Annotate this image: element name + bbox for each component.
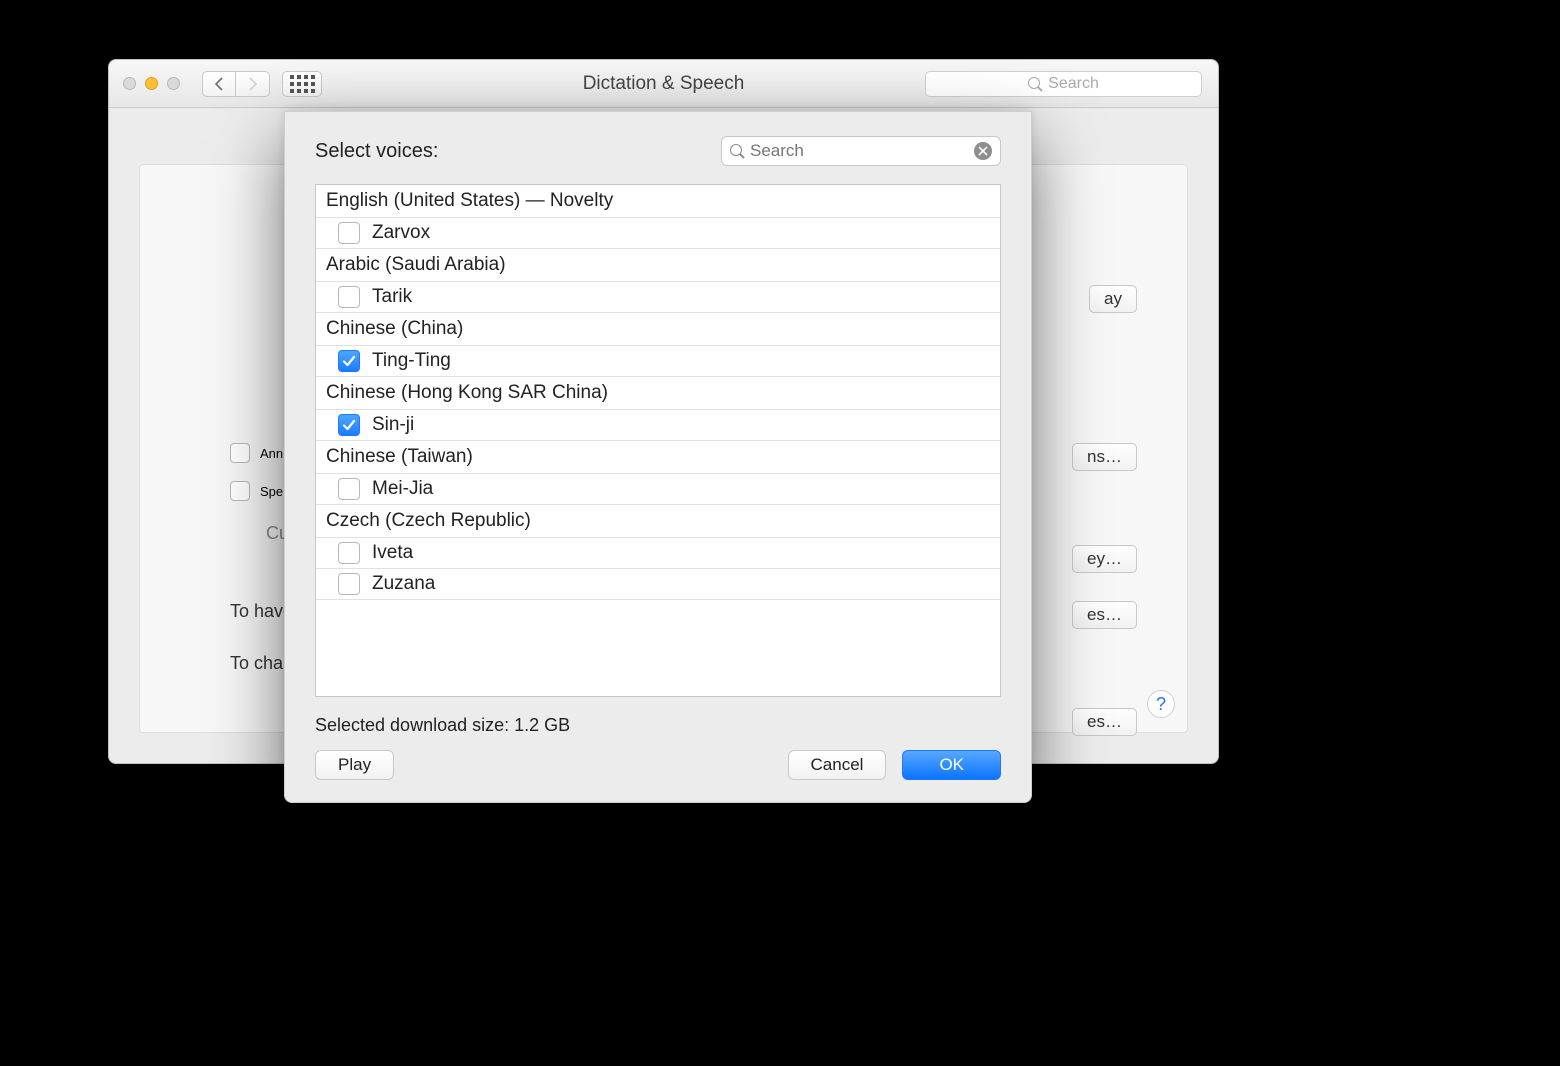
voice-item[interactable]: Sin-ji bbox=[316, 410, 1000, 441]
toolbar-search-placeholder: Search bbox=[1048, 75, 1099, 93]
voice-list[interactable]: English (United States) — Novelty Zarvox A… bbox=[315, 184, 1001, 697]
voice-item[interactable]: Tarik bbox=[316, 282, 1000, 313]
voice-item[interactable]: Iveta bbox=[316, 538, 1000, 569]
traffic-lights bbox=[123, 77, 180, 90]
show-all-grid-button[interactable] bbox=[282, 71, 322, 97]
ok-button[interactable]: OK bbox=[902, 750, 1001, 780]
es1-button-bg[interactable]: es… bbox=[1072, 601, 1137, 629]
search-icon bbox=[730, 144, 744, 158]
es2-button-bg[interactable]: es… bbox=[1072, 708, 1137, 736]
voice-group-header: Chinese (Taiwan) bbox=[316, 441, 1000, 474]
voice-item[interactable]: Zarvox bbox=[316, 218, 1000, 249]
voice-name: Sin-ji bbox=[372, 414, 414, 436]
voice-checkbox[interactable] bbox=[338, 542, 360, 564]
zoom-window-button[interactable] bbox=[167, 77, 180, 90]
play-button[interactable]: Play bbox=[315, 750, 394, 780]
voice-search-input[interactable] bbox=[750, 141, 974, 161]
cancel-button[interactable]: Cancel bbox=[788, 750, 887, 780]
grid-icon bbox=[290, 75, 315, 93]
clear-search-button[interactable] bbox=[974, 142, 992, 160]
voice-name: Zarvox bbox=[372, 222, 430, 244]
voice-group-header: Chinese (Hong Kong SAR China) bbox=[316, 377, 1000, 410]
voice-checkbox[interactable] bbox=[338, 350, 360, 372]
voice-name: Ting-Ting bbox=[372, 350, 451, 372]
announce-label: Ann bbox=[260, 446, 283, 461]
sheet-label: Select voices: bbox=[315, 140, 438, 163]
toolbar-search-field[interactable]: Search bbox=[925, 71, 1202, 97]
speak-checkbox[interactable] bbox=[230, 481, 250, 501]
download-size-label: Selected download size: 1.2 GB bbox=[315, 715, 1001, 736]
voice-item[interactable]: Zuzana bbox=[316, 569, 1000, 600]
speak-label: Spe bbox=[260, 484, 283, 499]
to-change-label: To cha bbox=[230, 653, 283, 674]
back-button[interactable] bbox=[202, 71, 236, 97]
sheet-buttons: Play Cancel OK bbox=[315, 750, 1001, 780]
voice-checkbox[interactable] bbox=[338, 286, 360, 308]
voice-name: Tarik bbox=[372, 286, 412, 308]
voice-name: Zuzana bbox=[372, 573, 435, 595]
voice-item[interactable]: Mei-Jia bbox=[316, 474, 1000, 505]
voice-group-header: Chinese (China) bbox=[316, 313, 1000, 346]
voice-checkbox[interactable] bbox=[338, 414, 360, 436]
voice-checkbox[interactable] bbox=[338, 478, 360, 500]
play-button-bg[interactable]: ay bbox=[1089, 285, 1137, 313]
voice-group-header: Czech (Czech Republic) bbox=[316, 505, 1000, 538]
voice-name: Mei-Jia bbox=[372, 478, 433, 500]
titlebar: Dictation & Speech Search bbox=[109, 60, 1218, 108]
minimize-window-button[interactable] bbox=[145, 77, 158, 90]
select-voices-sheet: Select voices: English (United States) —… bbox=[284, 111, 1032, 803]
announce-checkbox[interactable] bbox=[230, 443, 250, 463]
close-window-button[interactable] bbox=[123, 77, 136, 90]
voice-group-header: Arabic (Saudi Arabia) bbox=[316, 249, 1000, 282]
close-icon bbox=[978, 146, 988, 156]
voice-search-field[interactable] bbox=[721, 136, 1001, 166]
search-icon bbox=[1028, 77, 1042, 91]
options-button-bg[interactable]: ns… bbox=[1072, 443, 1137, 471]
key-button-bg[interactable]: ey… bbox=[1072, 545, 1137, 573]
voice-item[interactable]: Ting-Ting bbox=[316, 346, 1000, 377]
help-button[interactable]: ? bbox=[1147, 690, 1175, 718]
voice-checkbox[interactable] bbox=[338, 222, 360, 244]
nav-group bbox=[202, 71, 322, 97]
forward-button[interactable] bbox=[236, 71, 270, 97]
voice-name: Iveta bbox=[372, 542, 413, 564]
voice-group-header: English (United States) — Novelty bbox=[316, 185, 1000, 218]
voice-checkbox[interactable] bbox=[338, 573, 360, 595]
